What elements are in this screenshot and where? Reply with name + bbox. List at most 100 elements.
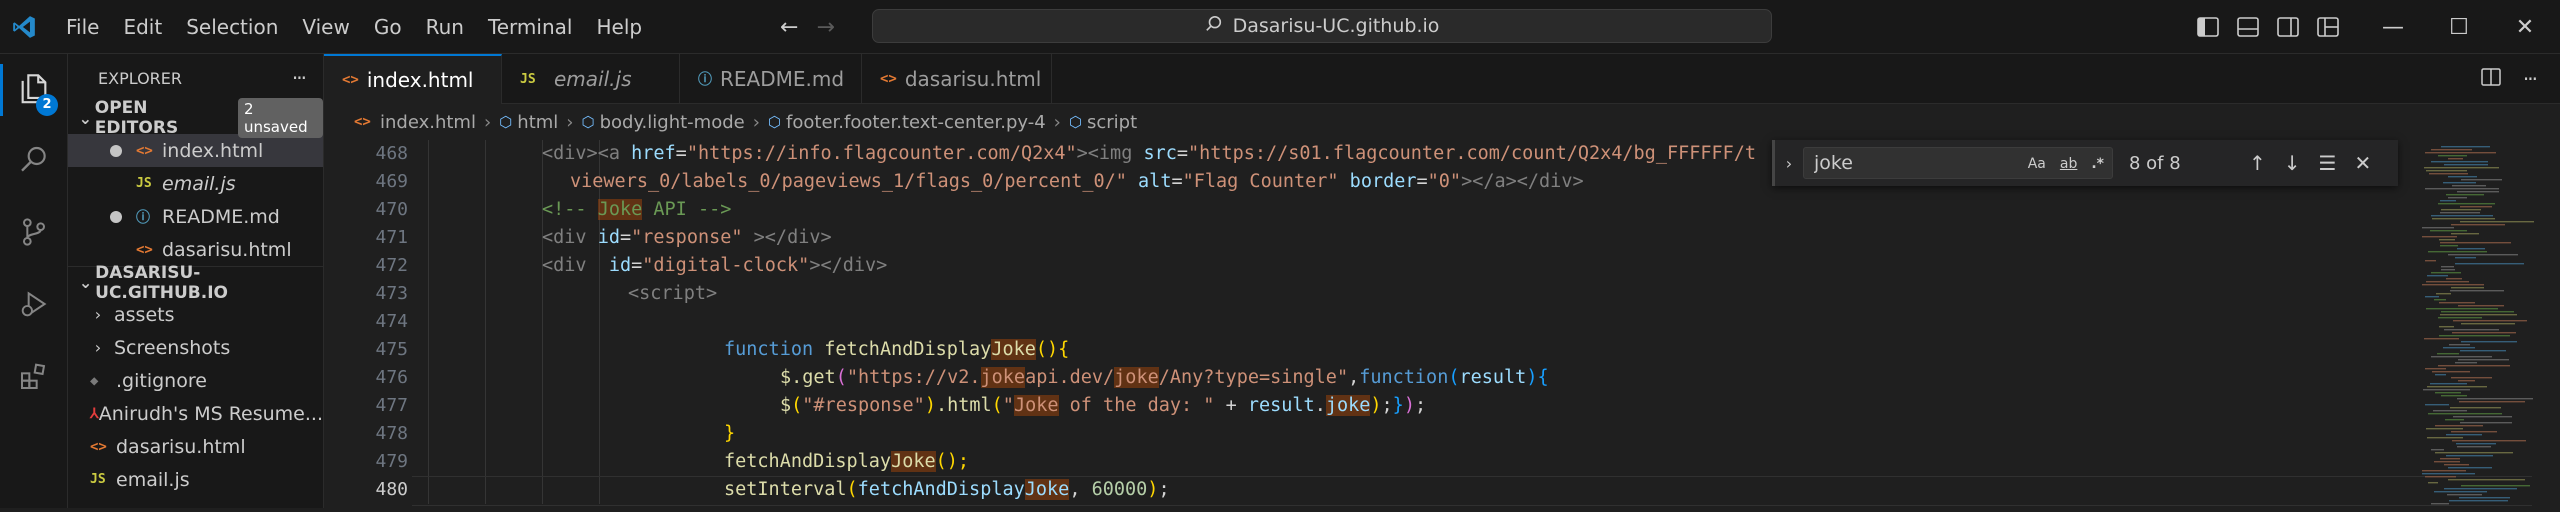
code-line-current: setInterval(fetchAndDisplayJoke, 60000); [412, 476, 2560, 506]
activity-explorer[interactable]: 2 [0, 54, 68, 126]
vscode-logo-icon [0, 0, 48, 54]
file-email-js[interactable]: JS email.js [68, 463, 323, 496]
code-token: "Flag Counter" [1182, 171, 1339, 192]
info-file-icon: ⓘ [136, 209, 150, 226]
toggle-primary-sidebar-icon[interactable] [2196, 15, 2220, 39]
open-editor-label: dasarisu.html [162, 238, 292, 261]
tab-email-js[interactable]: JS email.js [502, 54, 680, 104]
editor-tabs: <> index.html JS email.js ⓘ README.md <>… [324, 54, 2560, 104]
toggle-panel-icon[interactable] [2236, 15, 2260, 39]
menu-help[interactable]: Help [584, 7, 654, 47]
more-actions-icon[interactable]: ··· [2523, 67, 2538, 91]
file-gitignore[interactable]: ◆ .gitignore [68, 364, 323, 397]
file-resume-pdf[interactable]: ⅄ Anirudh's MS Resume... [68, 397, 323, 430]
menu-edit[interactable]: Edit [111, 7, 174, 47]
breadcrumb-item[interactable]: footer.footer.text-center.py-4 [786, 112, 1046, 133]
tab-index-html[interactable]: <> index.html [324, 54, 502, 104]
vertical-scrollbar[interactable] [2548, 140, 2560, 508]
activity-search[interactable] [0, 126, 68, 198]
split-editor-icon[interactable] [2481, 67, 2501, 91]
code-token: /Any?type=single" [1158, 367, 1349, 388]
menu-go[interactable]: Go [362, 7, 414, 47]
activity-run-debug[interactable] [0, 270, 68, 342]
maximize-icon[interactable]: ☐ [2426, 0, 2492, 54]
toggle-secondary-sidebar-icon[interactable] [2276, 15, 2300, 39]
menu-view[interactable]: View [290, 7, 361, 47]
use-regex-toggle[interactable]: .* [2089, 156, 2106, 172]
code-token: "https://info.flagcounter.com/Q2x4" [686, 143, 1077, 164]
minimap-line [2431, 272, 2461, 274]
menu-terminal[interactable]: Terminal [476, 7, 585, 47]
minimap-line [2438, 365, 2510, 367]
minimap-line [2422, 473, 2475, 475]
next-match-arrow-icon[interactable]: ↓ [2284, 151, 2301, 175]
breadcrumb-item[interactable]: body.light-mode [600, 112, 745, 133]
minimap-line [2458, 359, 2509, 361]
minimap-line [2455, 257, 2476, 259]
folder-screenshots[interactable]: › Screenshots [68, 331, 323, 364]
code-token: $.get [780, 367, 836, 388]
customize-layout-icon[interactable] [2316, 15, 2340, 39]
code-editor[interactable]: 468 469 470 471 472 473 474 475 476 477 … [324, 140, 2560, 508]
match-case-toggle[interactable]: Aa [2026, 156, 2048, 172]
minimap-line [2440, 200, 2456, 202]
menu-selection[interactable]: Selection [174, 7, 290, 47]
unsaved-dot-icon [110, 210, 122, 223]
open-editor-dasarisu-html[interactable]: <> dasarisu.html [68, 233, 323, 266]
menu-file[interactable]: File [54, 7, 111, 47]
more-actions-icon[interactable]: ··· [292, 66, 307, 90]
minimap-line [2446, 455, 2493, 457]
unsaved-badge: 2 unsaved [237, 98, 323, 138]
minimap-line [2431, 161, 2488, 163]
workspace-section[interactable]: ⌄ DASARISU-UC.GITHUB.IO [68, 263, 323, 303]
open-editor-email-js[interactable]: JS email.js [68, 167, 323, 200]
forward-arrow-icon[interactable]: → [816, 15, 834, 40]
open-editor-readme[interactable]: ⓘ README.md [68, 200, 323, 233]
match-whole-word-toggle[interactable]: ab [2058, 156, 2079, 172]
minimap-line [2431, 503, 2449, 505]
code-token: fetchAndDisplay [724, 451, 892, 472]
close-find-icon[interactable]: ✕ [2354, 151, 2371, 175]
minimap-line [2424, 167, 2499, 169]
folder-assets[interactable]: › assets [68, 298, 323, 331]
find-input[interactable] [1812, 151, 2012, 175]
minimap-line [2458, 305, 2504, 307]
code-line: } [428, 420, 2560, 448]
code-token: (); [935, 451, 970, 472]
breadcrumb-item[interactable]: script [1087, 112, 1137, 133]
line-number: 473 [375, 283, 408, 304]
minimap-line [2461, 323, 2515, 325]
back-arrow-icon[interactable]: ← [780, 15, 798, 40]
code-token: fetchAndDisplay [824, 339, 992, 360]
code-token: " [1002, 395, 1014, 416]
breadcrumb-item[interactable]: html [517, 112, 558, 133]
file-dasarisu-html[interactable]: <> dasarisu.html [68, 430, 323, 463]
code-token: id [597, 227, 620, 248]
minimap-line [2430, 230, 2467, 232]
minimap-line [2443, 182, 2476, 184]
find-in-selection-icon[interactable]: ☰ [2319, 151, 2337, 175]
minimize-icon[interactable]: — [2360, 0, 2426, 54]
open-editor-index-html[interactable]: <> index.html [68, 134, 323, 167]
folder-label: assets [114, 303, 175, 326]
tab-readme[interactable]: ⓘ README.md [680, 54, 862, 104]
close-icon[interactable]: ✕ [2492, 0, 2558, 54]
open-editors-section[interactable]: ⌄ OPEN EDITORS 2 unsaved [68, 98, 323, 138]
line-number: 478 [375, 423, 408, 444]
code-token: ></a></div> [1461, 171, 1584, 192]
minimap-line [2444, 329, 2499, 331]
code-token: "0" [1427, 171, 1462, 192]
command-center[interactable]: Dasarisu-UC.github.io [872, 9, 1772, 43]
code-token: (){ [1035, 339, 1070, 360]
toggle-replace-chevron-icon[interactable]: › [1775, 154, 1803, 173]
activity-extensions[interactable] [0, 342, 68, 414]
tab-dasarisu-html[interactable]: <> dasarisu.html [862, 54, 1052, 104]
minimap-line [2448, 176, 2477, 178]
previous-match-arrow-icon[interactable]: ↑ [2249, 151, 2266, 175]
explorer-title: EXPLORER [98, 68, 182, 88]
minimap[interactable] [2420, 140, 2550, 508]
activity-source-control[interactable] [0, 198, 68, 270]
code-token: alt [1126, 171, 1172, 192]
breadcrumb-item[interactable]: index.html [380, 112, 476, 133]
menu-run[interactable]: Run [414, 7, 476, 47]
